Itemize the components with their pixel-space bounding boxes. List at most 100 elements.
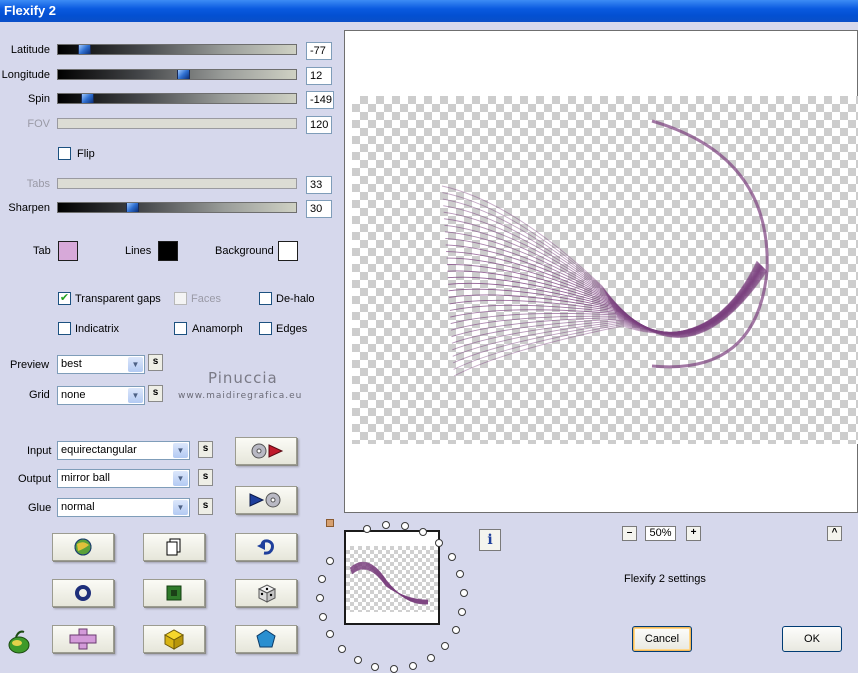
de-halo-label: De-halo	[276, 293, 315, 305]
spin-value[interactable]: -149	[306, 91, 334, 109]
navigator-dot[interactable]	[435, 538, 444, 547]
cancel-button[interactable]: Cancel	[632, 626, 692, 652]
output-label: Output	[18, 473, 52, 485]
grid-select-value: none	[61, 389, 86, 401]
navigator-dot[interactable]	[447, 552, 456, 561]
cross-icon	[69, 628, 97, 650]
chevron-down-icon[interactable]: ▼	[128, 357, 143, 372]
navigator-dot[interactable]	[325, 557, 334, 565]
navigator-dot[interactable]	[316, 593, 324, 602]
spin-label: Spin	[27, 93, 50, 105]
background-color-swatch[interactable]	[278, 241, 298, 261]
main-preview[interactable]	[344, 30, 858, 513]
longitude-slider-thumb[interactable]	[177, 70, 191, 79]
undo-button[interactable]	[235, 533, 297, 561]
latitude-slider-thumb[interactable]	[78, 45, 92, 54]
fov-value: 120	[306, 116, 332, 134]
navigator-dot[interactable]	[426, 653, 435, 662]
edges-checkbox[interactable]	[259, 322, 272, 335]
lines-color-swatch[interactable]	[158, 241, 178, 261]
window-title: Flexify 2	[4, 3, 57, 18]
chevron-down-icon[interactable]: ▼	[173, 500, 188, 515]
chevron-down-icon[interactable]: ▼	[173, 443, 188, 458]
grid-label: Grid	[29, 389, 50, 401]
indicatrix-label: Indicatrix	[75, 323, 120, 335]
flip-checkbox[interactable]	[58, 147, 71, 160]
navigator-dot[interactable]	[409, 661, 418, 670]
tabs-slider	[57, 178, 297, 189]
random-dice-button[interactable]	[235, 579, 297, 607]
lines-color-label: Lines	[125, 245, 152, 257]
navigator-dot[interactable]	[371, 663, 380, 672]
sharpen-slider[interactable]	[57, 202, 297, 213]
navigator-dot[interactable]	[441, 641, 450, 650]
info-button[interactable]: i	[479, 529, 501, 551]
spin-slider-thumb[interactable]	[80, 94, 94, 103]
navigator-thumbnail[interactable]	[344, 530, 440, 625]
navigator-dot[interactable]	[353, 656, 362, 665]
pentagon-icon	[256, 629, 276, 648]
longitude-slider[interactable]	[57, 69, 297, 80]
spin-slider[interactable]	[57, 93, 297, 104]
ok-button[interactable]: OK	[782, 626, 842, 652]
preview-save-button[interactable]: s	[148, 354, 163, 371]
pentagon-shape-button[interactable]	[235, 625, 297, 653]
navigator-dot[interactable]	[318, 612, 327, 621]
latitude-value[interactable]: -77	[306, 42, 332, 60]
navigator-handle[interactable]	[326, 519, 334, 527]
transparent-gaps-checkbox[interactable]: ✔	[58, 292, 71, 305]
cross-shape-button[interactable]	[52, 625, 114, 653]
input-save-button[interactable]: s	[198, 441, 213, 458]
indicatrix-checkbox[interactable]	[58, 322, 71, 335]
input-select[interactable]: equirectangular ▼	[57, 441, 190, 460]
glue-select-value: normal	[61, 501, 95, 513]
navigator-dot[interactable]	[459, 588, 468, 597]
glue-save-button[interactable]: s	[198, 498, 213, 515]
input-label: Input	[27, 445, 52, 457]
chevron-down-icon[interactable]: ▼	[173, 471, 188, 486]
latitude-label: Latitude	[10, 44, 50, 56]
output-select[interactable]: mirror ball ▼	[57, 469, 190, 488]
cube-shape-button[interactable]	[143, 625, 205, 653]
settings-name: Flexify 2 settings	[624, 573, 706, 585]
ring-shape-button[interactable]	[52, 579, 114, 607]
ring-icon	[75, 585, 91, 601]
tabs-value: 33	[306, 176, 332, 194]
grid-save-button[interactable]: s	[148, 385, 163, 402]
sharpen-label: Sharpen	[8, 202, 50, 214]
collapse-button[interactable]: ^	[827, 526, 842, 541]
zoom-out-button[interactable]: –	[622, 526, 637, 541]
output-save-button[interactable]: s	[198, 469, 213, 486]
chevron-down-icon[interactable]: ▼	[128, 388, 143, 403]
copy-button[interactable]	[143, 533, 205, 561]
tabs-label: Tabs	[26, 178, 50, 190]
tab-color-label: Tab	[33, 245, 51, 257]
random-globe-button[interactable]	[52, 533, 114, 561]
title-bar[interactable]: Flexify 2	[0, 0, 858, 22]
app-logo-icon	[8, 630, 30, 654]
sharpen-value[interactable]: 30	[306, 200, 332, 218]
load-preset-button[interactable]	[235, 437, 297, 465]
sharpen-slider-thumb[interactable]	[125, 203, 139, 212]
navigator-dot[interactable]	[390, 664, 399, 673]
longitude-label: Longitude	[1, 69, 50, 81]
fov-slider	[57, 118, 297, 129]
latitude-slider[interactable]	[57, 44, 297, 55]
faces-label: Faces	[191, 293, 221, 305]
background-color-label: Background	[215, 245, 274, 257]
longitude-value[interactable]: 12	[306, 67, 332, 85]
flip-label: Flip	[77, 148, 95, 160]
navigator-dot[interactable]	[452, 625, 461, 634]
zoom-in-button[interactable]: +	[686, 526, 701, 541]
tab-color-swatch[interactable]	[58, 241, 78, 261]
glue-label: Glue	[28, 502, 52, 514]
output-select-value: mirror ball	[61, 472, 110, 484]
anamorph-checkbox[interactable]	[174, 322, 187, 335]
de-halo-checkbox[interactable]	[259, 292, 272, 305]
zoom-level[interactable]: 50%	[645, 526, 676, 541]
save-preset-button[interactable]	[235, 486, 297, 514]
grid-select[interactable]: none ▼	[57, 386, 145, 405]
glue-select[interactable]: normal ▼	[57, 498, 190, 517]
preview-select[interactable]: best ▼	[57, 355, 145, 374]
square-shape-button[interactable]	[143, 579, 205, 607]
